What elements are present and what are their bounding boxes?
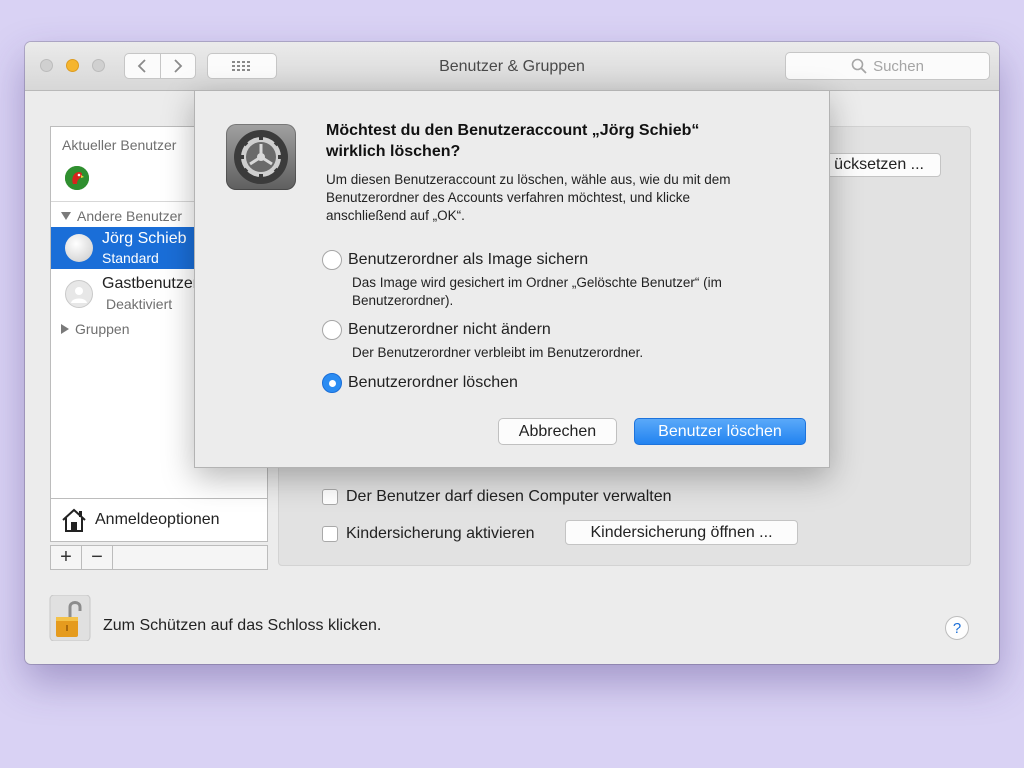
guest-status: Deaktiviert <box>106 296 173 312</box>
lock-status-text: Zum Schützen auf das Schloss klicken. <box>103 617 382 634</box>
other-users-header: Andere Benutzer <box>77 208 183 224</box>
dialog-message-line3: anschließend auf „OK“. <box>326 208 465 223</box>
sidebar-action-bar: + − <box>50 545 268 570</box>
help-button[interactable]: ? <box>945 616 969 640</box>
groups-group[interactable]: Gruppen <box>61 321 129 337</box>
golf-ball-avatar <box>65 234 93 262</box>
parental-controls-checkbox[interactable] <box>322 526 338 542</box>
option-delete-folder-label: Benutzerordner löschen <box>348 374 518 391</box>
admin-checkbox[interactable] <box>322 489 338 505</box>
option-keep-folder-desc-line1: Der Benutzerordner verbleibt im Benutzer… <box>352 345 644 360</box>
option-keep-folder-description: Der Benutzerordner verbleibt im Benutzer… <box>352 344 782 362</box>
parental-controls-row[interactable]: Kindersicherung aktivieren <box>322 525 535 543</box>
radio-delete-folder[interactable] <box>322 373 342 393</box>
login-options-label: Anmeldeoptionen <box>95 511 220 528</box>
dialog-title-line2: wirklich löschen? <box>326 143 461 160</box>
current-user-avatar[interactable] <box>65 166 89 190</box>
admin-checkbox-row[interactable]: Der Benutzer darf diesen Computer verwal… <box>322 488 672 506</box>
lock-button[interactable] <box>48 594 92 642</box>
guest-avatar <box>65 280 93 308</box>
option-save-image[interactable]: Benutzerordner als Image sichern <box>322 250 588 270</box>
reset-password-button[interactable]: ücksetzen ... <box>811 153 941 177</box>
open-parental-controls-button[interactable]: Kindersicherung öffnen ... <box>565 520 798 545</box>
dialog-message-line2: Benutzerordner des Accounts verfahren mö… <box>326 190 690 205</box>
option-keep-folder[interactable]: Benutzerordner nicht ändern <box>322 320 551 340</box>
current-user-header: Aktueller Benutzer <box>62 137 177 153</box>
parrot-icon <box>65 166 89 190</box>
search-placeholder: Suchen <box>873 57 924 75</box>
house-icon <box>62 508 86 532</box>
admin-checkbox-label: Der Benutzer darf diesen Computer verwal… <box>346 488 672 505</box>
title-bar: Benutzer & Gruppen Suchen <box>25 42 999 91</box>
option-save-image-label: Benutzerordner als Image sichern <box>348 251 589 268</box>
delete-user-dialog: Möchtest du den Benutzeraccount „Jörg Sc… <box>194 90 830 468</box>
option-keep-folder-label: Benutzerordner nicht ändern <box>348 321 551 338</box>
user-role: Standard <box>102 250 159 266</box>
option-delete-folder[interactable]: Benutzerordner löschen <box>322 373 518 393</box>
disclosure-closed-icon <box>61 324 69 334</box>
search-icon <box>851 58 867 74</box>
parental-controls-label: Kindersicherung aktivieren <box>346 525 535 542</box>
search-field[interactable]: Suchen <box>785 52 990 80</box>
delete-user-button[interactable]: Benutzer löschen <box>634 418 806 445</box>
system-preferences-icon <box>226 124 296 190</box>
login-options-button[interactable]: Anmeldeoptionen <box>50 498 268 542</box>
person-icon <box>71 287 87 303</box>
add-user-button[interactable]: + <box>51 546 82 569</box>
disclosure-open-icon <box>61 212 71 220</box>
remove-user-button[interactable]: − <box>82 546 113 569</box>
radio-keep-folder[interactable] <box>322 320 342 340</box>
radio-save-image[interactable] <box>322 250 342 270</box>
option-save-image-description: Das Image wird gesichert im Ordner „Gelö… <box>352 274 782 310</box>
unlocked-padlock-icon <box>49 594 91 642</box>
dialog-title-line1: Möchtest du den Benutzeraccount „Jörg Sc… <box>326 122 700 139</box>
groups-label: Gruppen <box>75 321 130 337</box>
cancel-button[interactable]: Abbrechen <box>498 418 617 445</box>
gear-icon <box>234 130 288 184</box>
dialog-message-line1: Um diesen Benutzeraccount zu löschen, wä… <box>326 172 731 187</box>
option-save-image-desc-line2: Benutzerordner). <box>352 293 454 308</box>
option-save-image-desc-line1: Das Image wird gesichert im Ordner „Gelö… <box>352 275 722 290</box>
other-users-group[interactable]: Andere Benutzer <box>61 208 182 224</box>
dialog-title: Möchtest du den Benutzeraccount „Jörg Sc… <box>326 120 806 162</box>
dialog-message: Um diesen Benutzeraccount zu löschen, wä… <box>326 171 806 225</box>
